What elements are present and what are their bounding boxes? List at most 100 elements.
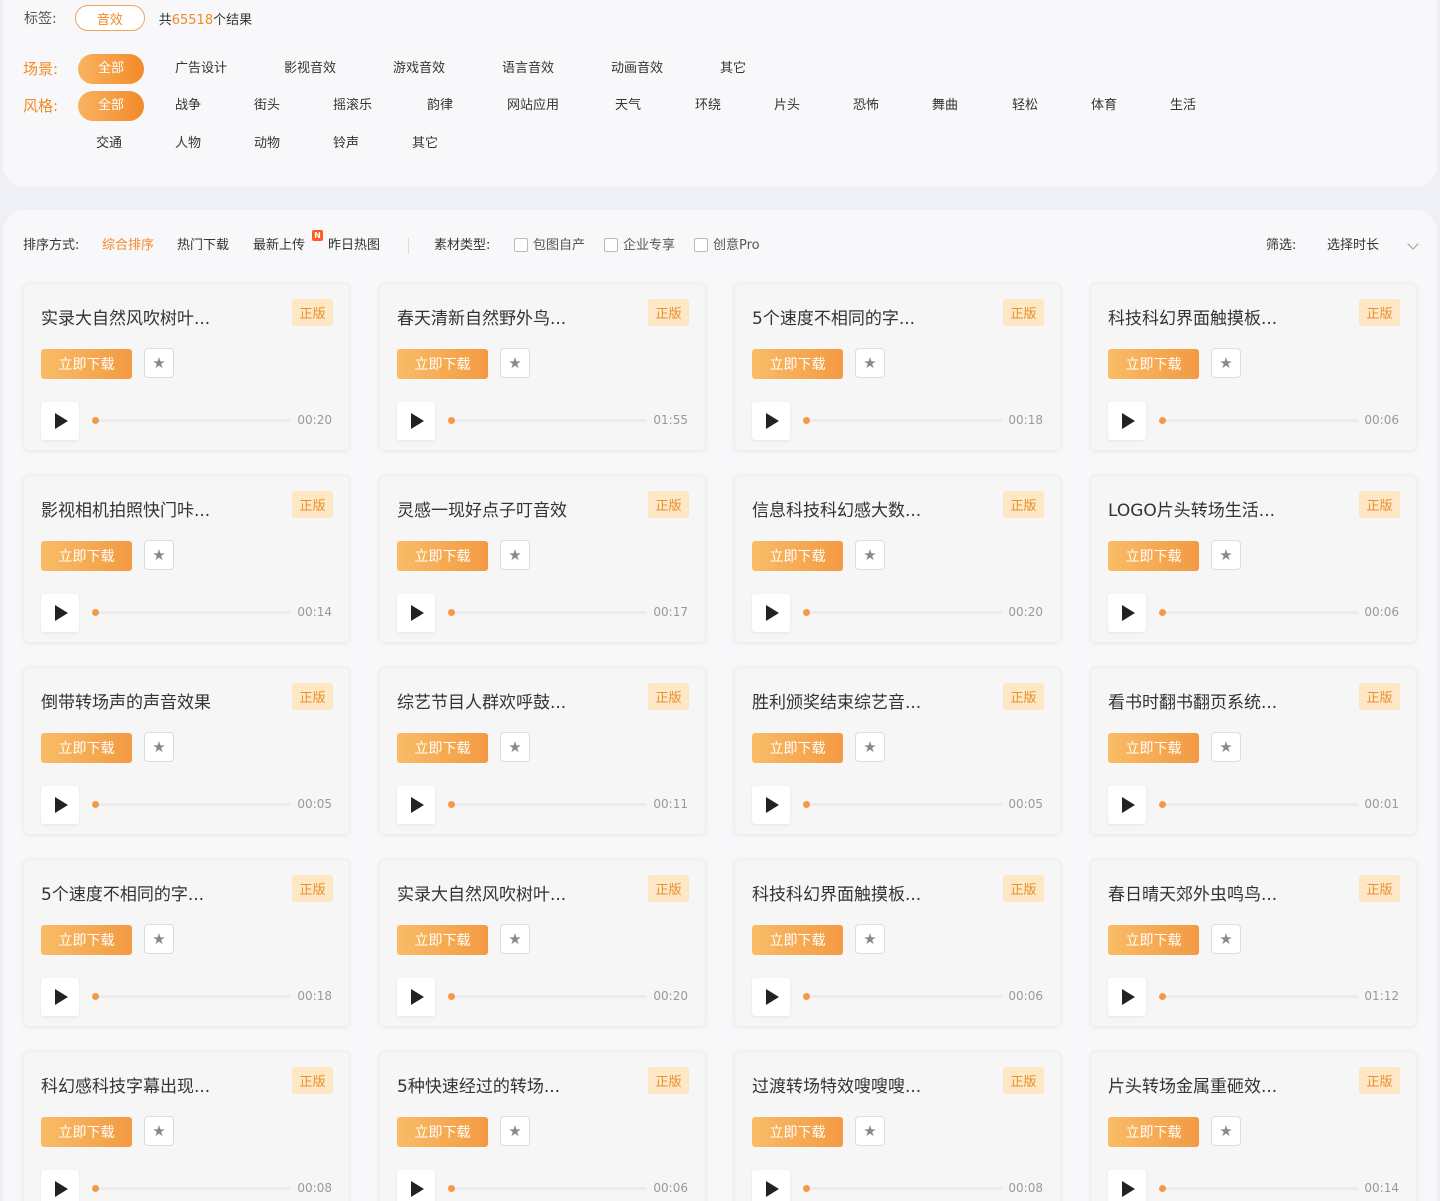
download-button[interactable]: 立即下载 (752, 349, 843, 379)
progress-handle[interactable] (803, 801, 810, 808)
progress-track[interactable] (1159, 1185, 1358, 1192)
download-button[interactable]: 立即下载 (397, 1117, 488, 1147)
download-button[interactable]: 立即下载 (752, 1117, 843, 1147)
progress-handle[interactable] (1159, 993, 1166, 1000)
style-option[interactable]: 片头 (774, 91, 800, 121)
play-button[interactable] (752, 978, 790, 1016)
download-button[interactable]: 立即下载 (397, 541, 488, 571)
style-option[interactable]: 人物 (175, 129, 201, 159)
progress-track[interactable] (803, 993, 1002, 1000)
sound-card[interactable]: 春日晴天郊外虫鸣鸟... 正版 立即下载 ★ 01:12 (1090, 859, 1417, 1027)
sort-option-comprehensive[interactable]: 综合排序 (102, 237, 154, 255)
material-checkbox[interactable] (514, 238, 528, 252)
style-option[interactable]: 摇滚乐 (333, 91, 372, 121)
scene-option[interactable]: 动画音效 (611, 54, 663, 84)
sort-option-yesterday[interactable]: 昨日热图 (328, 237, 380, 255)
sound-card[interactable]: 灵感一现好点子叮音效 正版 立即下载 ★ 00:17 (379, 475, 706, 643)
progress-handle[interactable] (1159, 1185, 1166, 1192)
progress-handle[interactable] (1159, 801, 1166, 808)
progress-track[interactable] (803, 609, 1002, 616)
sound-card[interactable]: 实录大自然风吹树叶... 正版 立即下载 ★ 00:20 (379, 859, 706, 1027)
favorite-star-icon[interactable]: ★ (855, 924, 885, 954)
download-button[interactable]: 立即下载 (1108, 925, 1199, 955)
card-title[interactable]: 科技科幻界面触摸板... (752, 880, 921, 905)
progress-track[interactable] (1159, 609, 1358, 616)
style-option[interactable]: 生活 (1170, 91, 1196, 121)
favorite-star-icon[interactable]: ★ (144, 348, 174, 378)
scene-option[interactable]: 游戏音效 (393, 54, 445, 84)
progress-track[interactable] (92, 417, 291, 424)
download-button[interactable]: 立即下载 (41, 349, 132, 379)
play-button[interactable] (397, 978, 435, 1016)
download-button[interactable]: 立即下载 (752, 925, 843, 955)
download-button[interactable]: 立即下载 (397, 925, 488, 955)
favorite-star-icon[interactable]: ★ (500, 1116, 530, 1146)
card-title[interactable]: 过渡转场特效嗖嗖嗖... (752, 1072, 921, 1097)
sound-card[interactable]: 片头转场金属重砸效... 正版 立即下载 ★ 00:14 (1090, 1051, 1417, 1201)
scene-option[interactable]: 影视音效 (284, 54, 336, 84)
sound-card[interactable]: 5种快速经过的转场... 正版 立即下载 ★ 00:06 (379, 1051, 706, 1201)
progress-track[interactable] (1159, 801, 1358, 808)
play-button[interactable] (397, 786, 435, 824)
play-button[interactable] (752, 786, 790, 824)
card-title[interactable]: 胜利颁奖结束综艺音... (752, 688, 921, 713)
card-title[interactable]: 春天清新自然野外鸟... (397, 304, 566, 329)
style-option[interactable]: 恐怖 (853, 91, 879, 121)
progress-track[interactable] (448, 993, 647, 1000)
play-button[interactable] (397, 402, 435, 440)
favorite-star-icon[interactable]: ★ (1211, 732, 1241, 762)
download-button[interactable]: 立即下载 (1108, 349, 1199, 379)
style-option[interactable]: 街头 (254, 91, 280, 121)
favorite-star-icon[interactable]: ★ (500, 540, 530, 570)
progress-track[interactable] (803, 801, 1002, 808)
card-title[interactable]: 5种快速经过的转场... (397, 1072, 560, 1097)
duration-select[interactable]: 选择时长 (1327, 237, 1379, 255)
sound-card[interactable]: LOGO片头转场生活... 正版 立即下载 ★ 00:06 (1090, 475, 1417, 643)
material-option[interactable]: 创意Pro (713, 237, 760, 255)
sort-option-newest[interactable]: 最新上传 (253, 237, 305, 255)
chevron-down-icon[interactable] (1407, 238, 1419, 250)
card-title[interactable]: 科技科幻界面触摸板... (1108, 304, 1277, 329)
sound-card[interactable]: 5个速度不相同的字... 正版 立即下载 ★ 00:18 (23, 859, 350, 1027)
card-title[interactable]: 5个速度不相同的字... (41, 880, 204, 905)
scene-option[interactable]: 其它 (720, 54, 746, 84)
card-title[interactable]: 春日晴天郊外虫鸣鸟... (1108, 880, 1277, 905)
progress-track[interactable] (92, 609, 291, 616)
progress-track[interactable] (1159, 993, 1358, 1000)
style-option[interactable]: 铃声 (333, 129, 359, 159)
style-option[interactable]: 网站应用 (507, 91, 559, 121)
download-button[interactable]: 立即下载 (41, 1117, 132, 1147)
play-button[interactable] (41, 402, 79, 440)
progress-handle[interactable] (448, 417, 455, 424)
style-option[interactable]: 环绕 (695, 91, 721, 121)
material-checkbox[interactable] (604, 238, 618, 252)
favorite-star-icon[interactable]: ★ (855, 1116, 885, 1146)
download-button[interactable]: 立即下载 (752, 541, 843, 571)
download-button[interactable]: 立即下载 (397, 349, 488, 379)
play-button[interactable] (1108, 786, 1146, 824)
play-button[interactable] (41, 1170, 79, 1201)
progress-track[interactable] (448, 609, 647, 616)
progress-track[interactable] (448, 801, 647, 808)
favorite-star-icon[interactable]: ★ (855, 540, 885, 570)
progress-handle[interactable] (1159, 417, 1166, 424)
sound-card[interactable]: 信息科技科幻感大数... 正版 立即下载 ★ 00:20 (734, 475, 1061, 643)
play-button[interactable] (1108, 1170, 1146, 1201)
download-button[interactable]: 立即下载 (1108, 541, 1199, 571)
card-title[interactable]: 实录大自然风吹树叶... (41, 304, 210, 329)
material-option[interactable]: 包图自产 (533, 237, 585, 255)
progress-track[interactable] (92, 993, 291, 1000)
download-button[interactable]: 立即下载 (41, 733, 132, 763)
favorite-star-icon[interactable]: ★ (144, 1116, 174, 1146)
progress-handle[interactable] (92, 993, 99, 1000)
progress-handle[interactable] (92, 1185, 99, 1192)
style-option[interactable]: 动物 (254, 129, 280, 159)
favorite-star-icon[interactable]: ★ (144, 540, 174, 570)
material-option[interactable]: 企业专享 (623, 237, 675, 255)
card-title[interactable]: 信息科技科幻感大数... (752, 496, 921, 521)
sound-card[interactable]: 看书时翻书翻页系统... 正版 立即下载 ★ 00:01 (1090, 667, 1417, 835)
favorite-star-icon[interactable]: ★ (500, 732, 530, 762)
favorite-star-icon[interactable]: ★ (144, 924, 174, 954)
favorite-star-icon[interactable]: ★ (500, 924, 530, 954)
favorite-star-icon[interactable]: ★ (1211, 1116, 1241, 1146)
